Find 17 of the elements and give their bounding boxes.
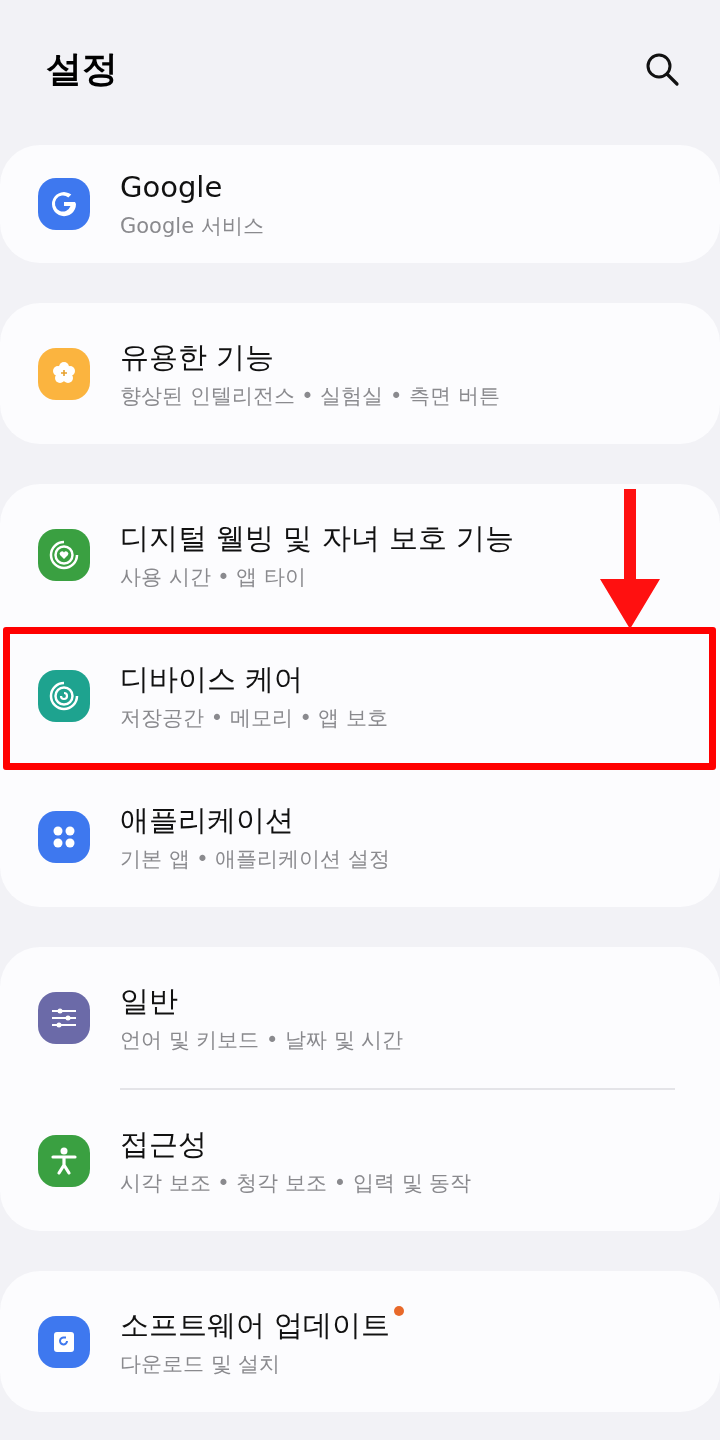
item-title[interactable]: 애플리케이션 [120, 802, 294, 837]
item-subtitle: 저장공간 • 메모리 • 앱 보호 [120, 704, 389, 732]
item-title[interactable]: 디바이스 케어 [120, 661, 304, 696]
item-title[interactable]: 접근성 [120, 1126, 207, 1161]
item-subtitle: 사용 시간 • 앱 타이 [120, 563, 308, 591]
item-subtitle: 기본 앱 • 애플리케이션 설정 [120, 845, 391, 873]
item-title[interactable]: Google [120, 170, 223, 204]
item-title[interactable]: 소프트웨어 업데이트 [120, 1307, 391, 1342]
item-subtitle: 시각 보조 • 청각 보조 • 입력 및 동작 [120, 1169, 472, 1197]
item-subtitle: 언어 및 키보드 • 날짜 및 시간 [120, 1026, 404, 1054]
item-title[interactable]: 유용한 기능 [120, 339, 275, 374]
item-subtitle: 다운로드 및 설치 [120, 1350, 282, 1378]
item-subtitle: 향상된 인텔리전스 • 실험실 • 측면 버튼 [120, 382, 500, 410]
item-subtitle: Google 서비스 [120, 213, 264, 240]
page-title: 설정 [46, 46, 118, 91]
item-title[interactable]: 디지털 웰빙 및 자녀 보호 기능 [120, 520, 515, 555]
item-title[interactable]: 일반 [120, 983, 178, 1018]
